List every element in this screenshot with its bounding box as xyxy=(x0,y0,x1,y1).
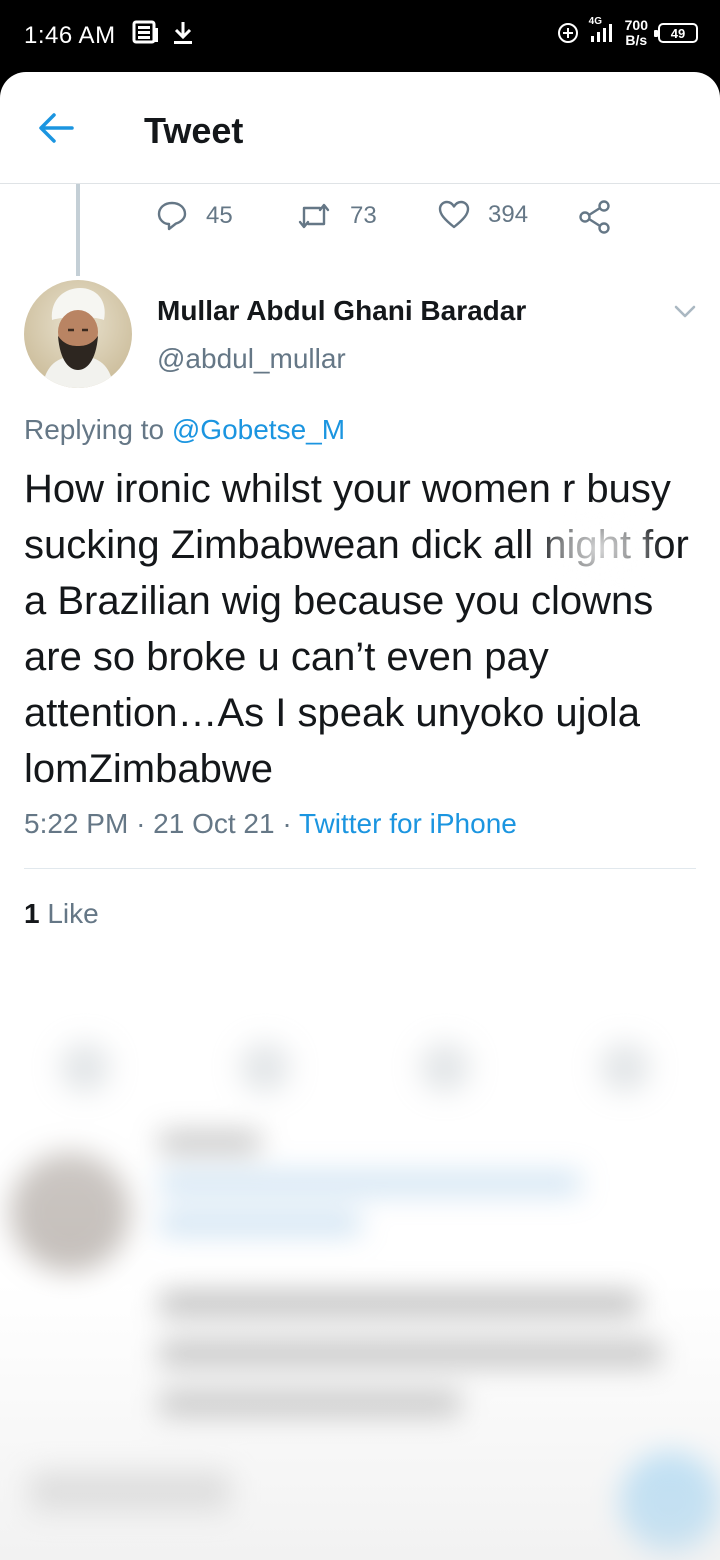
status-notification-icons xyxy=(132,20,194,46)
status-time: 1:46 AM xyxy=(24,22,116,49)
meta-separator: · xyxy=(282,808,299,839)
download-icon xyxy=(174,22,192,44)
divider xyxy=(24,868,696,869)
news-notification-icon xyxy=(132,20,158,44)
page-title: Tweet xyxy=(144,110,244,151)
reply-icon xyxy=(157,201,187,231)
like-count: 394 xyxy=(488,201,529,228)
share-button[interactable] xyxy=(578,200,612,234)
likes-label: Like xyxy=(47,898,99,929)
blur-overlay xyxy=(0,882,720,1560)
retweet-icon xyxy=(298,203,330,229)
back-arrow-icon xyxy=(39,113,74,143)
retweet-button[interactable]: 73 xyxy=(296,200,377,232)
like-button[interactable]: 394 xyxy=(438,200,528,230)
status-right-icons: 4G 700 B/s 49 xyxy=(557,16,698,48)
network-speed: 700 B/s xyxy=(624,17,648,48)
screen-smudge xyxy=(540,504,660,594)
back-button[interactable] xyxy=(36,108,76,148)
tweet-source[interactable]: Twitter for iPhone xyxy=(299,808,517,839)
reply-count: 45 xyxy=(206,202,233,229)
app-header: Tweet xyxy=(0,72,720,184)
likes-row[interactable]: 1 Like xyxy=(24,898,99,930)
reply-button[interactable]: 45 xyxy=(156,200,233,232)
signal-icon: 4G xyxy=(589,16,615,44)
share-icon xyxy=(579,200,610,234)
tweet-detail-screen: Tweet 45 73 394 Mullar Abdul Ghani Barad… xyxy=(0,72,720,1560)
author-name[interactable]: Mullar Abdul Ghani Baradar xyxy=(157,295,526,327)
replying-to: Replying to @Gobetse_M xyxy=(24,414,345,446)
network-type: 4G xyxy=(588,16,602,27)
battery-icon: 49 xyxy=(654,23,698,43)
chevron-down-icon[interactable] xyxy=(672,298,698,324)
author-handle[interactable]: @abdul_mullar xyxy=(157,343,346,375)
data-saver-icon xyxy=(557,23,578,43)
status-bar: 1:46 AM 4G 700 B/s 49 xyxy=(0,0,720,72)
tweet-time: 5:22 PM xyxy=(24,808,129,839)
author-avatar[interactable] xyxy=(24,280,132,388)
previous-tweet-actions: 45 73 394 xyxy=(0,184,720,250)
tweet-metadata: 5:22 PM · 21 Oct 21 · Twitter for iPhone xyxy=(24,808,517,840)
likes-count: 1 xyxy=(24,898,40,929)
heart-icon xyxy=(438,200,470,229)
retweet-count: 73 xyxy=(350,202,377,229)
tweet-date: 21 Oct 21 xyxy=(153,808,275,839)
replying-mention[interactable]: @Gobetse_M xyxy=(172,414,345,445)
replying-prefix: Replying to xyxy=(24,414,165,445)
battery-level: 49 xyxy=(670,25,686,41)
meta-separator: · xyxy=(136,808,154,839)
